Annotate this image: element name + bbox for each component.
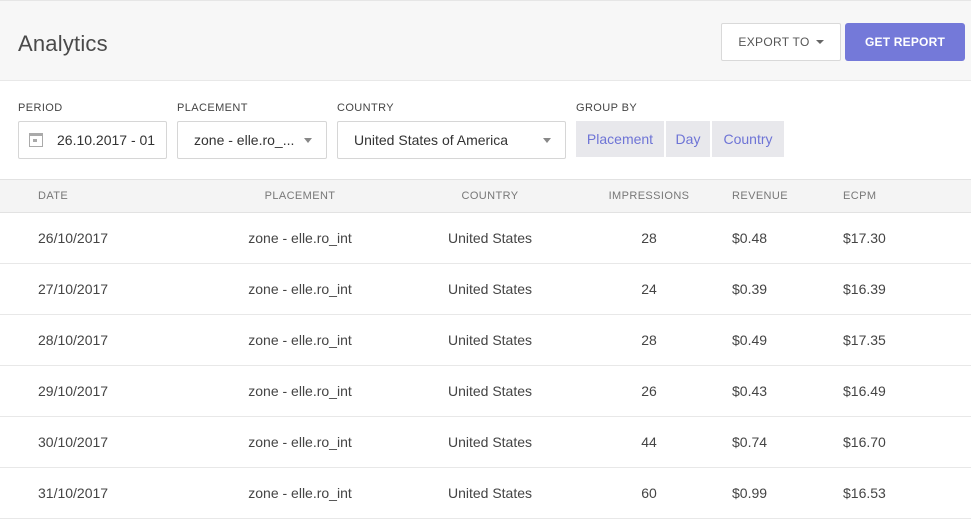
period-value: 26.10.2017 - 01 <box>57 132 156 148</box>
cell-ecpm: $16.49 <box>843 383 886 399</box>
cell-date: 29/10/2017 <box>38 383 109 399</box>
group-by-placement-button[interactable]: Placement <box>576 121 664 157</box>
cell-placement: zone - elle.ro_int <box>248 332 352 348</box>
cell-date: 26/10/2017 <box>38 230 109 246</box>
cell-ecpm: $16.70 <box>843 434 886 450</box>
cell-revenue: $0.74 <box>732 434 768 450</box>
placement-label: PLACEMENT <box>177 102 248 114</box>
group-by-day-button[interactable]: Day <box>666 121 710 157</box>
table-row: 31/10/2017 zone - elle.ro_int United State… <box>0 468 971 519</box>
caret-down-icon <box>815 40 824 44</box>
cell-revenue: $0.48 <box>732 230 768 246</box>
cell-date: 30/10/2017 <box>38 434 109 450</box>
column-header-revenue[interactable]: REVENUE <box>732 190 788 202</box>
column-header-placement[interactable]: PLACEMENT <box>265 190 336 202</box>
cell-date: 31/10/2017 <box>38 485 109 501</box>
cell-country: United States <box>447 383 533 399</box>
page-title: Analytics <box>18 31 108 56</box>
cell-impressions: 26 <box>641 383 657 399</box>
cell-country: United States <box>447 434 533 450</box>
table-row: 28/10/2017 zone - elle.ro_int United State… <box>0 315 971 366</box>
cell-placement: zone - elle.ro_int <box>248 383 352 399</box>
cell-country: United States <box>447 230 533 246</box>
column-header-ecpm[interactable]: ECPM <box>843 190 876 202</box>
cell-revenue: $0.43 <box>732 383 768 399</box>
table-row: 30/10/2017 zone - elle.ro_int United State… <box>0 417 971 468</box>
cell-placement: zone - elle.ro_int <box>248 281 352 297</box>
cell-impressions: 28 <box>641 332 657 348</box>
cell-revenue: $0.39 <box>732 281 768 297</box>
page-header: Analytics EXPORT TO GET REPORT <box>0 0 971 81</box>
cell-ecpm: $17.35 <box>843 332 886 348</box>
cell-impressions: 28 <box>641 230 657 246</box>
country-label: COUNTRY <box>337 102 394 114</box>
cell-date: 28/10/2017 <box>38 332 109 348</box>
cell-ecpm: $17.30 <box>843 230 886 246</box>
cell-placement: zone - elle.ro_int <box>248 230 352 246</box>
cell-revenue: $0.49 <box>732 332 768 348</box>
cell-placement: zone - elle.ro_int <box>248 434 352 450</box>
cell-impressions: 60 <box>641 485 657 501</box>
cell-country: United States <box>447 332 533 348</box>
chevron-down-icon <box>304 138 312 143</box>
table-row: 29/10/2017 zone - elle.ro_int United State… <box>0 366 971 417</box>
column-header-country[interactable]: COUNTRY <box>462 190 519 202</box>
table-header: DATE PLACEMENT COUNTRY IMPRESSIONS REVEN… <box>0 179 971 213</box>
period-label: PERIOD <box>18 102 63 114</box>
export-to-label: EXPORT TO <box>738 35 810 49</box>
cell-impressions: 44 <box>641 434 657 450</box>
cell-ecpm: $16.53 <box>843 485 886 501</box>
country-select[interactable]: United States of America <box>337 121 566 159</box>
cell-country: United States <box>447 281 533 297</box>
placement-value: zone - elle.ro_... <box>194 132 295 148</box>
country-value: United States of America <box>354 132 509 148</box>
table-row: 27/10/2017 zone - elle.ro_int United State… <box>0 264 971 315</box>
cell-revenue: $0.99 <box>732 485 768 501</box>
cell-date: 27/10/2017 <box>38 281 109 297</box>
table-row: 26/10/2017 zone - elle.ro_int United State… <box>0 213 971 264</box>
group-by-country-button[interactable]: Country <box>712 121 784 157</box>
calendar-icon <box>29 133 43 147</box>
get-report-button[interactable]: GET REPORT <box>845 23 965 61</box>
cell-placement: zone - elle.ro_int <box>248 485 352 501</box>
cell-impressions: 24 <box>641 281 657 297</box>
group-by-label: GROUP BY <box>576 102 638 114</box>
placement-select[interactable]: zone - elle.ro_... <box>177 121 327 159</box>
cell-ecpm: $16.39 <box>843 281 886 297</box>
period-input[interactable]: 26.10.2017 - 01 <box>18 121 167 159</box>
column-header-impressions[interactable]: IMPRESSIONS <box>609 190 690 202</box>
export-to-button[interactable]: EXPORT TO <box>721 23 841 61</box>
cell-country: United States <box>447 485 533 501</box>
group-by-toggle: Placement Day Country <box>576 121 784 157</box>
chevron-down-icon <box>543 138 551 143</box>
column-header-date[interactable]: DATE <box>38 190 68 202</box>
